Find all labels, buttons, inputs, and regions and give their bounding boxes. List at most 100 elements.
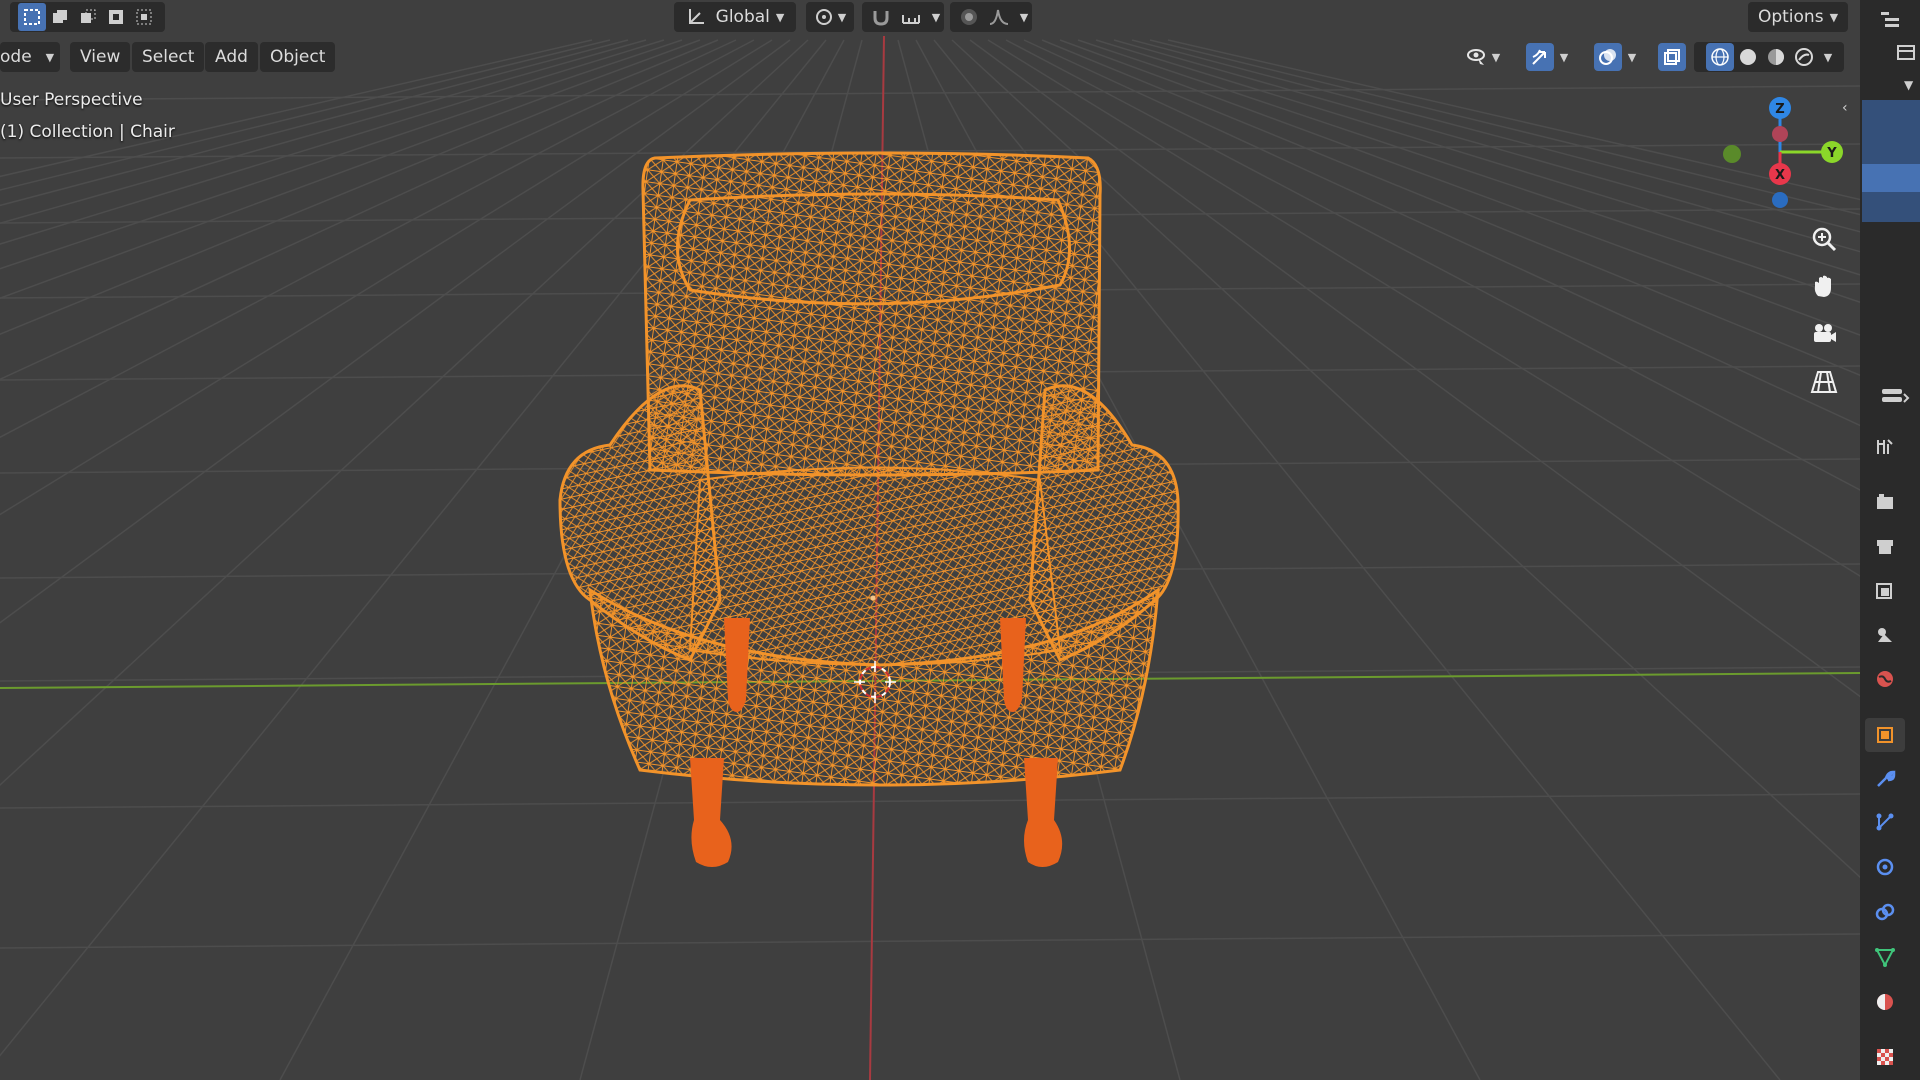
- properties-icon: [1882, 389, 1910, 403]
- wireframe-shading-icon[interactable]: [1705, 43, 1734, 71]
- menu-add[interactable]: Add: [205, 42, 258, 72]
- scene-icon: [1878, 628, 1892, 642]
- gizmo-z-label: Z: [1775, 102, 1784, 117]
- gizmo-y-label: Y: [1826, 146, 1837, 161]
- blender-window: Global ▼ ▼ ▼ ▼ Options ▼ ode ▼ View Sele…: [0, 0, 1920, 1080]
- select-box-new-icon[interactable]: [17, 3, 46, 31]
- menu-view[interactable]: View: [70, 42, 131, 72]
- falloff-curve-icon[interactable]: [984, 7, 1014, 27]
- properties-tab-texture[interactable]: [1865, 1040, 1905, 1074]
- proportional-editing-icon[interactable]: [954, 7, 984, 27]
- properties-editor-type[interactable]: [1872, 382, 1918, 410]
- camera-icon: [1814, 324, 1836, 342]
- navigation-gizmo[interactable]: Z Y X: [1710, 92, 1850, 212]
- view-layer-icon: [1876, 583, 1892, 599]
- object-icon: [1877, 727, 1893, 743]
- chevron-down-icon: ▼: [1559, 50, 1569, 64]
- gizmo-icon: [1525, 43, 1554, 71]
- pan-button[interactable]: [1806, 268, 1842, 304]
- ortho-grid-icon: [1810, 371, 1838, 393]
- solid-shading-icon[interactable]: [1734, 43, 1762, 71]
- camera-view-button[interactable]: [1806, 316, 1842, 352]
- object-origin: [870, 595, 876, 601]
- tool-icon: [1877, 439, 1893, 454]
- outliner-selected-row[interactable]: [1862, 100, 1920, 222]
- snap-magnet-icon[interactable]: [866, 7, 896, 27]
- properties-tab-scene[interactable]: [1865, 618, 1905, 652]
- properties-tab-constraints[interactable]: [1865, 895, 1905, 929]
- viewport-canvas[interactable]: [0, 0, 1860, 1080]
- constraints-icon: [1875, 903, 1895, 921]
- zoom-icon: [1812, 227, 1837, 252]
- output-icon: [1877, 540, 1893, 554]
- properties-sidebar: ▼: [1860, 0, 1920, 1080]
- overlays-icon: [1593, 43, 1622, 71]
- select-box-subtract-icon[interactable]: [74, 3, 102, 31]
- pan-hand-icon: [1814, 275, 1831, 297]
- gizmo-toggle[interactable]: ▼: [1518, 42, 1576, 72]
- properties-tab-view-layer[interactable]: [1865, 575, 1905, 609]
- chevron-down-icon[interactable]: ▼: [932, 11, 940, 24]
- gizmo-neg-y[interactable]: [1723, 145, 1741, 163]
- chevron-down-icon: ▼: [837, 10, 847, 24]
- material-preview-icon[interactable]: [1762, 43, 1790, 71]
- chevron-down-icon[interactable]: ▼: [1020, 11, 1028, 24]
- properties-tab-material[interactable]: [1865, 985, 1905, 1019]
- properties-tab-modifier[interactable]: [1865, 762, 1905, 796]
- select-box-intersect-icon[interactable]: [130, 3, 158, 31]
- render-icon: [1877, 494, 1893, 509]
- properties-tab-render[interactable]: [1865, 485, 1905, 519]
- modifier-icon: [1877, 770, 1896, 787]
- properties-tab-data[interactable]: [1865, 940, 1905, 974]
- menu-object[interactable]: Object: [260, 42, 336, 72]
- gizmo-neg-z[interactable]: [1772, 126, 1788, 142]
- properties-tab-particles[interactable]: [1865, 805, 1905, 839]
- mode-dropdown[interactable]: ode ▼: [0, 42, 60, 72]
- pivot-point-dropdown[interactable]: ▼: [806, 2, 854, 32]
- outliner-collapse-arrow[interactable]: ▼: [1904, 78, 1913, 92]
- xray-toggle[interactable]: [1656, 42, 1688, 72]
- zoom-button[interactable]: [1806, 221, 1842, 257]
- eye-pointer-icon: [1466, 49, 1485, 65]
- active-collection-label: (1) Collection | Chair: [0, 122, 175, 142]
- texture-icon: [1877, 1049, 1893, 1065]
- outliner-active-row[interactable]: [1862, 164, 1920, 192]
- mode-label: ode: [0, 47, 32, 67]
- pivot-icon: [815, 9, 832, 25]
- menu-select[interactable]: Select: [132, 42, 205, 72]
- properties-tab-tool[interactable]: [1865, 430, 1905, 464]
- snap-increment-icon[interactable]: [896, 7, 926, 27]
- properties-tab-output[interactable]: [1865, 530, 1905, 564]
- transform-orientation-dropdown[interactable]: Global ▼: [674, 2, 796, 32]
- select-mode-group: [10, 2, 165, 32]
- overlays-toggle[interactable]: ▼: [1586, 42, 1644, 72]
- chevron-down-icon[interactable]: ▼: [1824, 51, 1832, 64]
- object-visibility-dropdown[interactable]: ▼: [1458, 42, 1508, 72]
- editor-type-button[interactable]: [1872, 6, 1912, 32]
- orientation-axes-icon: [688, 9, 704, 24]
- properties-tab-world[interactable]: [1865, 662, 1905, 696]
- chair-backrest: [641, 151, 1102, 477]
- options-dropdown[interactable]: Options ▼: [1748, 2, 1848, 32]
- options-label: Options: [1757, 7, 1824, 27]
- gizmo-neg-z-bottom[interactable]: [1772, 192, 1788, 208]
- chevron-down-icon: ▼: [1829, 10, 1839, 24]
- rendered-shading-icon[interactable]: [1790, 43, 1818, 71]
- properties-tab-physics[interactable]: [1865, 850, 1905, 884]
- gizmo-x-label: X: [1775, 168, 1785, 183]
- chevron-down-icon: ▼: [775, 10, 785, 24]
- outliner-filter-button[interactable]: [1896, 44, 1916, 66]
- viewport-header: Global ▼ ▼ ▼ ▼ Options ▼: [0, 0, 1860, 36]
- view-perspective-label: User Perspective: [0, 90, 143, 110]
- select-box-invert-icon[interactable]: [102, 3, 130, 31]
- filter-icon: [1897, 45, 1915, 60]
- chevron-down-icon: ▼: [1627, 50, 1637, 64]
- chair-object[interactable]: [558, 151, 1180, 867]
- properties-tab-object[interactable]: [1865, 718, 1905, 752]
- sidebar-toggle-arrow[interactable]: ‹: [1842, 100, 1848, 116]
- ortho-toggle-button[interactable]: [1806, 364, 1842, 400]
- snap-group: ▼: [862, 2, 944, 32]
- select-box-extend-icon[interactable]: [46, 3, 74, 31]
- 3d-viewport[interactable]: Global ▼ ▼ ▼ ▼ Options ▼ ode ▼ View Sele…: [0, 0, 1860, 1080]
- proportional-editing-group: ▼: [950, 2, 1032, 32]
